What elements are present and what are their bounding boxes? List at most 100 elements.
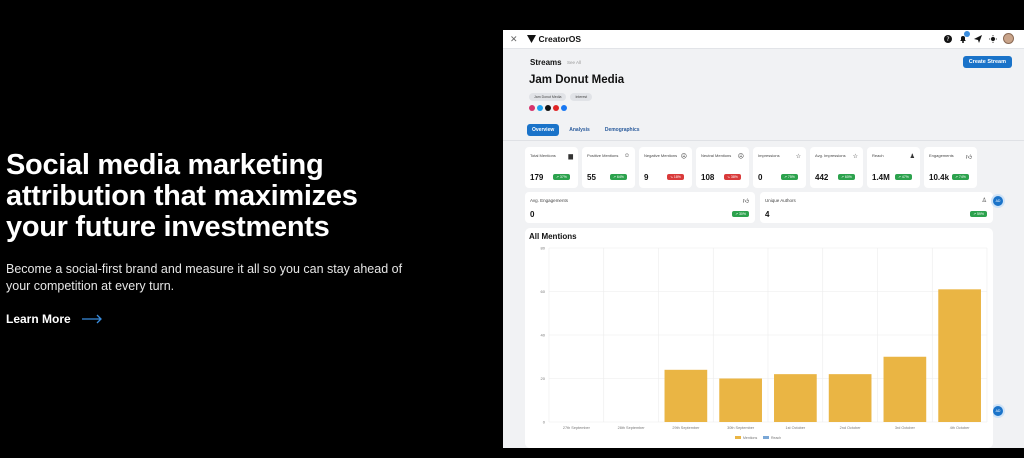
stream-name: Jam Donut Media <box>529 74 625 86</box>
thumbs-up-icon: 👍︎ <box>965 155 972 161</box>
arrow-right-icon <box>81 314 102 324</box>
metric-card[interactable]: Neutral Mentions ☹ 108 ↘ 38% <box>696 147 749 188</box>
metric-value: 442 <box>815 173 829 182</box>
smile-icon: ☺ <box>623 153 630 159</box>
metric-card-wide[interactable]: Unique Authors ♙ 4 ↗ 59% <box>760 192 993 223</box>
sun-icon[interactable] <box>988 34 997 43</box>
twitter-icon[interactable] <box>537 105 543 111</box>
frown-icon: ☹ <box>680 154 687 160</box>
metric-value: 10.4k <box>929 173 950 182</box>
section-title: Streams <box>530 58 562 67</box>
notification-badge <box>964 31 970 37</box>
metric-label: Avg. Impressions <box>815 153 846 158</box>
hero-headline: Social media marketing attribution that … <box>6 149 358 243</box>
star-icon: ☆ <box>852 154 858 160</box>
help-icon[interactable]: ? <box>943 34 952 43</box>
ad-fab-button[interactable]: AD <box>991 404 1005 418</box>
metric-value: 55 <box>587 173 596 182</box>
x-tick-label: 1st October <box>786 426 806 430</box>
learn-more-link[interactable]: Learn More <box>6 312 103 326</box>
metric-label: Impressions <box>758 153 780 158</box>
metric-value: 179 <box>530 173 544 182</box>
metric-change-badge: ↗ 64% <box>610 174 627 180</box>
metric-label: Negative Mentions <box>644 153 678 158</box>
bar <box>719 378 762 422</box>
x-tick-label: 29th September <box>672 426 700 430</box>
metric-value: 4 <box>765 210 770 219</box>
all-mentions-chart: All Mentions 0 20 40 60 80 27th September 28th… <box>525 228 993 448</box>
bar <box>938 289 981 422</box>
x-tick-label: 28th September <box>618 426 646 430</box>
legend-swatch <box>763 436 769 439</box>
metric-card[interactable]: Positive Mentions ☺ 55 ↗ 64% <box>582 147 635 188</box>
user-icon: ♙ <box>981 198 987 204</box>
metric-change-badge: ↗ 75% <box>781 174 798 180</box>
bar <box>664 369 708 422</box>
tab-demographics[interactable]: Demographics <box>600 124 645 136</box>
app-logo[interactable]: CreatorOS <box>526 34 582 44</box>
tab-overview[interactable]: Overview <box>527 124 560 136</box>
metric-value: 0 <box>530 210 535 219</box>
metric-change-badge: ↗ 37% <box>553 174 570 180</box>
metric-card[interactable]: Engagements 👍︎ 10.4k ↗ 74% <box>924 147 977 188</box>
user-avatar[interactable] <box>1003 33 1014 44</box>
bar <box>828 374 872 422</box>
bell-icon[interactable] <box>958 31 970 43</box>
metric-label: Reach <box>872 153 884 158</box>
send-icon[interactable] <box>973 34 982 43</box>
app-screenshot: ✕ CreatorOS ? Streams See All Create Str… <box>503 30 1024 448</box>
metric-label: Neutral Mentions <box>701 153 732 158</box>
metric-label: Positive Mentions <box>587 153 619 158</box>
metric-card-wide[interactable]: Avg. Engagements 👍︎ 0 ↗ 30% <box>525 192 755 223</box>
stream-tags: Jam Donut Media Interest <box>529 93 593 101</box>
legend-label: Reach <box>771 436 781 440</box>
create-stream-button[interactable]: Create Stream <box>962 56 1012 68</box>
x-tick-label: 2nd October <box>840 426 862 430</box>
x-tick-label: 4th October <box>950 426 971 430</box>
hero-subtext: Become a social-first brand and measure … <box>6 262 403 293</box>
y-tick-label: 20 <box>541 376 546 381</box>
y-tick-label: 60 <box>541 289 546 294</box>
metric-card[interactable]: Reach ♟ 1.4M ↗ 47% <box>867 147 920 188</box>
metric-change-badge: ↗ 59% <box>970 211 987 217</box>
y-tick-label: 40 <box>541 333 546 338</box>
thumbs-up-icon: 👍︎ <box>742 199 749 205</box>
metric-card[interactable]: Negative Mentions ☹ 9 ↘ 18% <box>639 147 692 188</box>
metric-cards: Total Mentions ▆ 179 ↗ 37% Positive Ment… <box>525 147 977 188</box>
metric-card[interactable]: Avg. Impressions ☆ 442 ↗ 60% <box>810 147 863 188</box>
stream-tag[interactable]: Interest <box>570 93 593 101</box>
metric-change-badge: ↘ 18% <box>667 174 684 180</box>
metric-value: 9 <box>644 173 649 182</box>
metric-change-badge: ↗ 47% <box>895 174 912 180</box>
x-tick-label: 27th September <box>563 426 591 430</box>
tab-analysis[interactable]: Analysis <box>564 124 595 136</box>
facebook-icon[interactable] <box>561 105 567 111</box>
metric-value: 1.4M <box>872 173 890 182</box>
metric-card[interactable]: Impressions ☆ 0 ↗ 75% <box>753 147 806 188</box>
divider <box>503 140 1024 141</box>
logo-mark-icon <box>526 35 536 43</box>
metric-card[interactable]: Total Mentions ▆ 179 ↗ 37% <box>525 147 578 188</box>
metric-change-badge: ↗ 74% <box>952 174 969 180</box>
x-tick-label: 3rd October <box>895 426 916 430</box>
metric-label: Engagements <box>929 153 954 158</box>
close-icon[interactable]: ✕ <box>510 34 518 45</box>
bar-chart: 0 20 40 60 80 27th September 28th September 29t… <box>541 246 988 440</box>
chat-icon: ▆ <box>568 154 573 160</box>
topbar-actions: ? <box>943 31 1014 44</box>
bar <box>883 356 927 422</box>
see-all-link[interactable]: See All <box>567 60 581 65</box>
stream-tag[interactable]: Jam Donut Media <box>529 93 567 101</box>
youtube-icon[interactable] <box>553 105 559 111</box>
star-icon: ☆ <box>795 154 801 160</box>
app-brand-name: CreatorOS <box>538 34 582 44</box>
ad-fab-button[interactable]: AD <box>991 194 1005 208</box>
metric-value: 0 <box>758 173 763 182</box>
metric-value: 108 <box>701 173 715 182</box>
tiktok-icon[interactable] <box>545 105 551 111</box>
instagram-icon[interactable] <box>529 105 535 111</box>
metric-change-badge: ↗ 30% <box>732 211 749 217</box>
y-tick-label: 0 <box>543 420 546 425</box>
neutral-face-icon: ☹ <box>737 154 744 160</box>
learn-more-label: Learn More <box>6 312 71 326</box>
